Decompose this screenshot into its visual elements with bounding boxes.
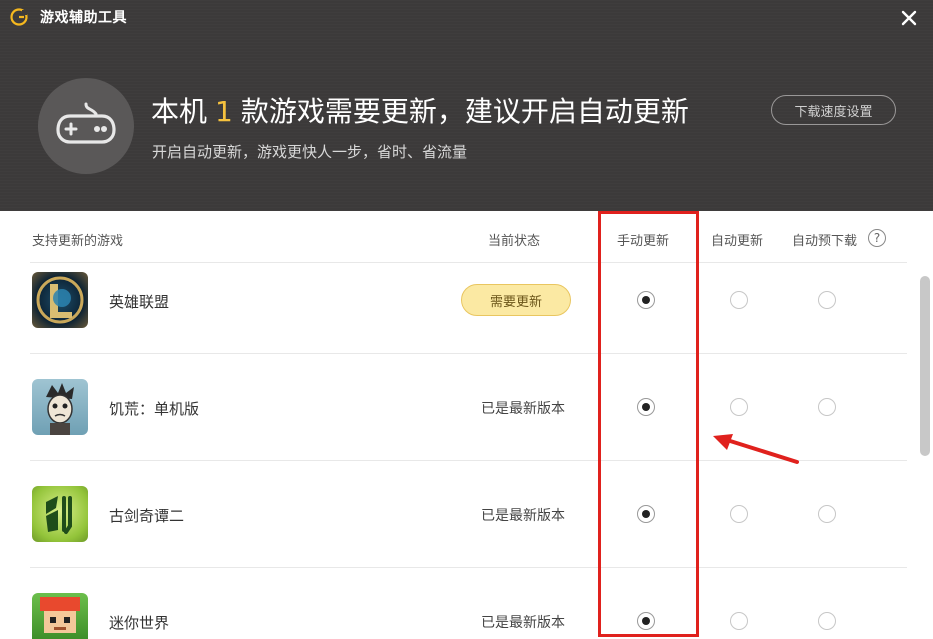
- lol-emblem-icon: [36, 276, 84, 324]
- update-count: 1: [215, 95, 233, 128]
- auto-update-radio[interactable]: [730, 291, 748, 309]
- row-divider: [30, 353, 907, 354]
- status-up-to-date: 已是最新版本: [481, 401, 565, 417]
- headline-prefix: 本机: [151, 95, 208, 128]
- auto-predownload-radio[interactable]: [818, 505, 836, 523]
- gujian-game-icon: [32, 486, 88, 542]
- dont-starve-character-icon: [46, 383, 74, 435]
- status-up-to-date: 已是最新版本: [481, 615, 565, 631]
- header-divider: [30, 262, 907, 263]
- column-header-auto: 自动更新: [711, 234, 764, 249]
- game-name: 古剑奇谭二: [109, 507, 185, 525]
- annotation-arrow-icon: [713, 434, 799, 464]
- column-header-game: 支持更新的游戏: [32, 234, 124, 249]
- gamepad-icon: [56, 102, 116, 144]
- header-banner: 游戏辅助工具 本机 1 款游戏需要更新，建议开启自动更新 开启自动更新，游戏更快人一…: [0, 0, 933, 211]
- window-title: 游戏辅助工具: [40, 10, 127, 26]
- help-icon[interactable]: ?: [868, 229, 886, 247]
- row-divider: [30, 567, 907, 568]
- close-icon[interactable]: [899, 8, 919, 28]
- update-subline: 开启自动更新，游戏更快人一步，省时、省流量: [152, 143, 468, 161]
- game-name: 饥荒：单机版: [109, 400, 200, 418]
- gamepad-badge: [38, 78, 134, 174]
- auto-update-radio[interactable]: [730, 398, 748, 416]
- sword-glyph-icon: [46, 496, 72, 534]
- list-scrollbar[interactable]: [920, 276, 930, 456]
- app-logo-icon: [10, 8, 28, 26]
- headline-suffix: 款游戏需要更新，建议开启自动更新: [240, 95, 689, 128]
- update-headline: 本机 1 款游戏需要更新，建议开启自动更新: [151, 90, 689, 130]
- column-header-predownload: 自动预下载: [792, 234, 858, 249]
- game-name: 英雄联盟: [109, 293, 170, 311]
- auto-update-radio[interactable]: [730, 612, 748, 630]
- mini-world-character-icon: [40, 597, 80, 633]
- league-of-legends-game-icon: [32, 272, 88, 328]
- manual-update-column-highlight: [598, 211, 699, 637]
- status-up-to-date: 已是最新版本: [481, 508, 565, 524]
- auto-predownload-radio[interactable]: [818, 398, 836, 416]
- column-header-status: 当前状态: [488, 234, 541, 249]
- dont-starve-game-icon: [32, 379, 88, 435]
- game-name: 迷你世界: [109, 614, 170, 632]
- auto-predownload-radio[interactable]: [818, 291, 836, 309]
- needs-update-button[interactable]: 需要更新: [461, 284, 571, 316]
- auto-predownload-radio[interactable]: [818, 612, 836, 630]
- download-speed-settings-button[interactable]: 下载速度设置: [771, 95, 896, 125]
- auto-update-radio[interactable]: [730, 505, 748, 523]
- mini-world-game-icon: [32, 593, 88, 639]
